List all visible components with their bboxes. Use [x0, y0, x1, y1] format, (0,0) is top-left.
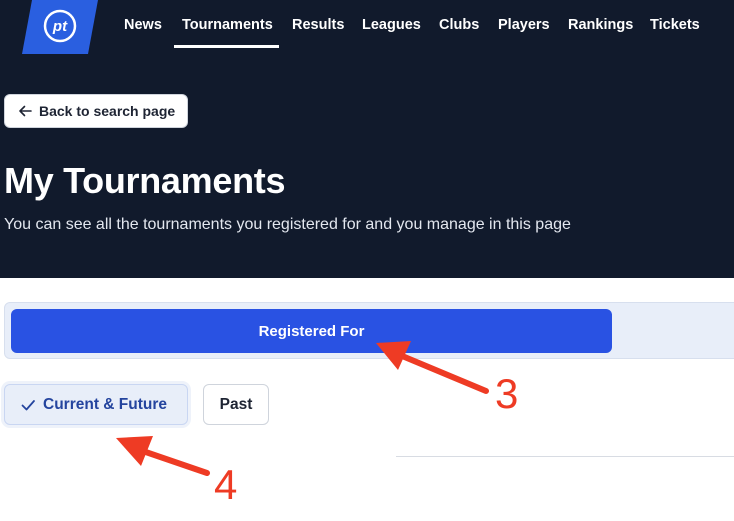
- nav-players[interactable]: Players: [498, 17, 550, 33]
- nav-results[interactable]: Results: [292, 17, 344, 33]
- arrow-left-icon: [19, 105, 32, 117]
- back-to-search-button[interactable]: Back to search page: [4, 94, 188, 128]
- filter-current-future-button[interactable]: Current & Future: [4, 384, 188, 425]
- nav-clubs[interactable]: Clubs: [439, 17, 479, 33]
- filter-past-button[interactable]: Past: [203, 384, 269, 425]
- active-nav-indicator: [174, 45, 279, 48]
- annotation-number-3: 3: [495, 370, 519, 417]
- annotation-number-4: 4: [214, 461, 238, 508]
- content-divider: [396, 456, 734, 457]
- site-logo[interactable]: pt: [22, 0, 98, 54]
- page-header: pt News Tournaments Results Leagues Club…: [0, 0, 734, 278]
- nav-rankings[interactable]: Rankings: [568, 17, 633, 33]
- check-icon: [21, 399, 35, 410]
- annotation-arrow-4: [116, 436, 210, 476]
- nav-news[interactable]: News: [124, 17, 162, 33]
- nav-tournaments[interactable]: Tournaments: [182, 17, 273, 33]
- logo-text: pt: [52, 18, 68, 35]
- filter-current-future-label: Current & Future: [43, 395, 167, 413]
- page-title: My Tournaments: [4, 160, 286, 201]
- page-subtitle: You can see all the tournaments you regi…: [4, 216, 571, 233]
- back-button-label: Back to search page: [39, 103, 176, 119]
- tab-registered-for[interactable]: Registered For: [11, 309, 612, 353]
- nav-leagues[interactable]: Leagues: [362, 17, 421, 33]
- nav-tickets[interactable]: Tickets: [650, 17, 700, 33]
